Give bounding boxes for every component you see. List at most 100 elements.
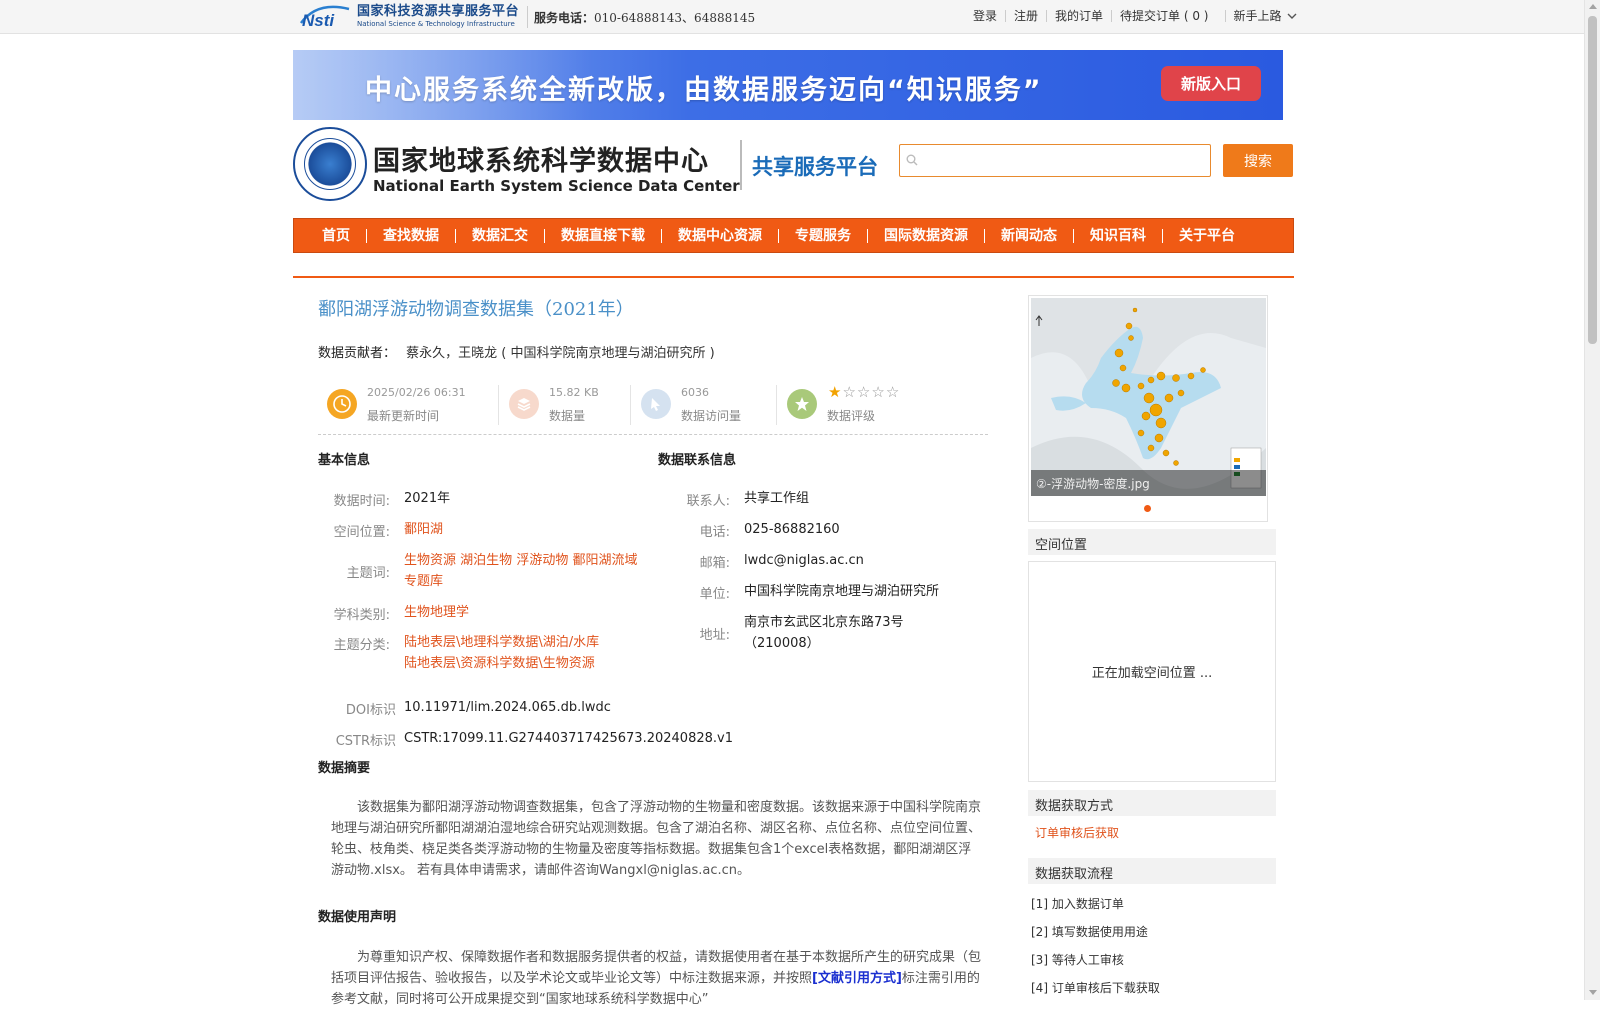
spatial-heading: 空间位置 (1028, 529, 1276, 555)
cstr-value[interactable]: CSTR:17099.11.G274403717425673.20240828.… (404, 728, 733, 749)
contributor-label: 数据贡献者： (318, 346, 397, 361)
pending-orders-link[interactable]: 待提交订单 ( 0 ) (1111, 10, 1216, 22)
density-map-image (1031, 298, 1266, 496)
thumbnail-carousel[interactable]: ②-浮游动物-密度.jpg (1028, 295, 1268, 522)
data-size-value: 15.82 KB (549, 386, 599, 399)
nav-knowledge[interactable]: 知识百科 (1073, 228, 1162, 243)
data-time-value: 2021年 (404, 491, 451, 506)
login-link[interactable]: 登录 (965, 10, 1005, 22)
stat-divider (498, 385, 499, 425)
keyword-tag[interactable]: 浮游动物 (516, 553, 568, 568)
search-button[interactable]: 搜索 (1223, 144, 1293, 177)
contact-address-value: 南京市玄武区北京东路73号（210008） (744, 615, 904, 651)
content-divider (293, 276, 1294, 278)
my-orders-link[interactable]: 我的订单 (1046, 10, 1111, 22)
nav-international-resources[interactable]: 国际数据资源 (867, 228, 984, 243)
thumbnail-image[interactable]: ②-浮游动物-密度.jpg (1031, 298, 1266, 496)
center-name-en: National Earth System Science Data Cente… (373, 177, 740, 195)
star-filled-icon[interactable]: ★ (828, 383, 842, 401)
spatial-loading-text: 正在加载空间位置 ... (1091, 666, 1213, 681)
search-input[interactable] (922, 147, 1207, 174)
dataset-contributor: 数据贡献者： 蔡永久，王晓龙 ( 中国科学院南京地理与湖泊研究所 ) (318, 342, 715, 361)
location-value[interactable]: 鄱阳湖 (404, 519, 443, 540)
rating-stars[interactable]: ★☆☆☆☆ (828, 383, 900, 401)
service-phone-value: 010-64888143、64888145 (594, 11, 756, 25)
data-size-caption: 数据量 (549, 409, 586, 423)
category-link[interactable]: 陆地表层\资源科学数据\生物资源 (404, 653, 599, 674)
cstr-label: CSTR标识 (335, 734, 396, 749)
basic-info-heading: 基本信息 (318, 453, 371, 468)
process-step: [3] 等待人工审核 (1031, 953, 1124, 967)
nav-direct-download[interactable]: 数据直接下载 (544, 228, 661, 243)
nav-center-resources[interactable]: 数据中心资源 (661, 228, 778, 243)
spatial-map-panel[interactable]: 正在加载空间位置 ... (1028, 561, 1276, 782)
category-label: 主题分类: (333, 638, 390, 653)
new-version-button[interactable]: 新版入口 (1161, 66, 1261, 101)
keywords-label: 主题词: (346, 566, 390, 581)
keyword-tag[interactable]: 湖泊生物 (460, 553, 512, 568)
scrollbar-thumb[interactable] (1588, 16, 1597, 344)
discipline-label: 学科类别: (333, 608, 390, 623)
discipline-value[interactable]: 生物地理学 (404, 602, 469, 623)
nav-about[interactable]: 关于平台 (1162, 228, 1251, 243)
top-bar: Nsti 国家科技资源共享服务平台 National Science & Tec… (0, 0, 1584, 34)
top-links: 登录 注册 我的订单 待提交订单 ( 0 ) 新手上路 (965, 10, 1306, 22)
center-name-cn: 国家地球系统科学数据中心 (373, 146, 709, 177)
chevron-down-icon (1287, 13, 1297, 19)
announcement-banner[interactable]: 中心服务系统全新改版，由数据服务迈向“知识服务” 新版入口 (293, 50, 1283, 120)
nav-news[interactable]: 新闻动态 (984, 228, 1073, 243)
clock-icon (327, 389, 357, 419)
doi-label: DOI标识 (345, 703, 396, 718)
dataset-title: 鄱阳湖浮游动物调查数据集（2021年） (318, 299, 634, 320)
process-heading: 数据获取流程 (1028, 858, 1276, 884)
update-time-value: 2025/02/26 06:31 (367, 386, 466, 399)
search-box (899, 144, 1211, 177)
access-method-value[interactable]: 订单审核后获取 (1035, 824, 1119, 841)
carousel-dot[interactable] (1144, 505, 1151, 512)
rating-caption: 数据评级 (827, 409, 876, 423)
doi-value[interactable]: 10.11971/lim.2024.065.db.lwdc (404, 697, 611, 718)
location-label: 空间位置: (333, 525, 390, 540)
category-link[interactable]: 陆地表层\地理科学数据\湖泊/水库 (404, 632, 599, 653)
scroll-down-arrow-icon[interactable] (1589, 990, 1597, 995)
star-empty-icon[interactable]: ☆ (871, 383, 885, 401)
usage-text: 为尊重知识产权、保障数据作者和数据服务提供者的权益，请数据使用者在基于本数据所产… (331, 947, 981, 1010)
contact-email-label: 邮箱: (699, 556, 730, 571)
contact-person-label: 联系人: (686, 494, 730, 509)
keyword-tag[interactable]: 生物资源 (404, 553, 456, 568)
contact-org-label: 单位: (699, 587, 730, 602)
visits-value: 6036 (681, 386, 709, 399)
cursor-icon (641, 389, 671, 419)
category-list: 陆地表层\地理科学数据\湖泊/水库 陆地表层\资源科学数据\生物资源 (404, 632, 599, 674)
stat-update-time: 2025/02/26 06:31 最新更新时间 (318, 381, 488, 427)
nsti-logo[interactable]: Nsti 国家科技资源共享服务平台 National Science & Tec… (299, 2, 525, 30)
process-step: [4] 订单审核后下载获取 (1031, 981, 1160, 995)
nav-find-data[interactable]: 查找数据 (366, 228, 455, 243)
nsti-logo-cn: 国家科技资源共享服务平台 (357, 3, 520, 19)
dataset-stats: 2025/02/26 06:31 最新更新时间 15.82 KB 数据量 603… (318, 381, 988, 435)
star-empty-icon[interactable]: ☆ (886, 383, 900, 401)
logo-divider (740, 140, 742, 190)
scroll-up-arrow-icon[interactable] (1589, 4, 1597, 9)
topbar-divider (527, 6, 528, 28)
star-empty-icon[interactable]: ☆ (857, 383, 871, 401)
center-logo[interactable]: 国家地球系统科学数据中心 National Earth System Scien… (293, 127, 740, 203)
process-step: [2] 填写数据使用用途 (1031, 925, 1148, 939)
page-scrollbar[interactable] (1584, 0, 1600, 1000)
process-step: [1] 加入数据订单 (1031, 897, 1124, 911)
main-nav: 首页 查找数据 数据汇交 数据直接下载 数据中心资源 专题服务 国际数据资源 新… (293, 218, 1294, 253)
nav-data-submission[interactable]: 数据汇交 (455, 228, 544, 243)
star-badge-icon (787, 389, 817, 419)
star-empty-icon[interactable]: ☆ (842, 383, 856, 401)
abstract-text: 该数据集为鄱阳湖浮游动物调查数据集，包含了浮游动物的生物量和密度数据。该数据来源… (331, 800, 982, 878)
help-menu[interactable]: 新手上路 (1224, 10, 1306, 22)
contact-org-value: 中国科学院南京地理与湖泊研究所 (744, 584, 940, 599)
search-icon (906, 154, 918, 166)
citation-link[interactable]: [文献引用方式] (812, 971, 902, 986)
abstract-heading: 数据摘要 (318, 761, 371, 776)
nav-home[interactable]: 首页 (306, 229, 366, 243)
usage-heading: 数据使用声明 (318, 910, 397, 925)
nav-topic-services[interactable]: 专题服务 (778, 228, 867, 243)
register-link[interactable]: 注册 (1005, 10, 1046, 22)
contact-email-value[interactable]: lwdc@niglas.ac.cn (744, 550, 864, 571)
